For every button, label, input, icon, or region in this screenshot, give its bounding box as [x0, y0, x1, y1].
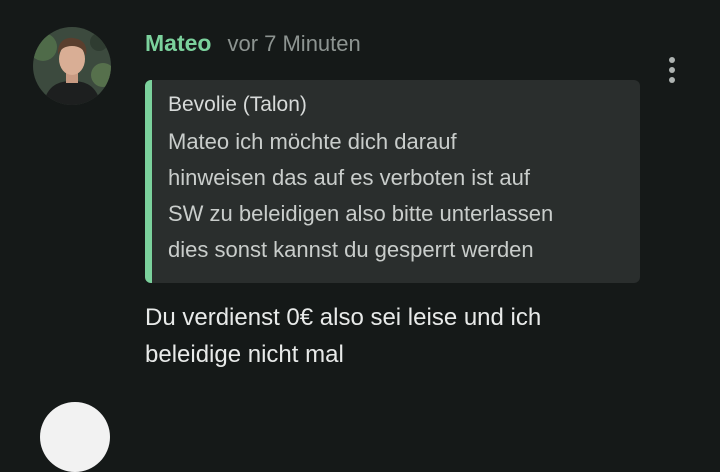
- more-vertical-icon: [669, 57, 675, 63]
- avatar-photo: [33, 27, 111, 105]
- quote-text-line: SW zu beleidigen also bitte unterlassen: [168, 201, 554, 226]
- quoted-message[interactable]: Bevolie (Talon) Mateo ich möchte dich da…: [145, 80, 640, 283]
- more-vertical-icon: [669, 77, 675, 83]
- avatar[interactable]: [33, 27, 111, 105]
- quote-accent-bar: [145, 80, 152, 283]
- username[interactable]: Mateo: [145, 30, 211, 57]
- quote-text-line: hinweisen das auf es verboten ist auf: [168, 165, 531, 190]
- comment: Mateo vor 7 Minuten Bevolie (Talon) Mate…: [0, 0, 720, 472]
- message-text-line: Du verdienst 0€ also sei leise und ich: [145, 304, 542, 331]
- message-text-line: beleidige nicht mal: [145, 341, 344, 368]
- more-options-button[interactable]: [660, 54, 684, 86]
- quote-author: Bevolie (Talon): [168, 93, 307, 116]
- quote-text-line: Mateo ich möchte dich darauf: [168, 129, 457, 154]
- comment-header: Mateo vor 7 Minuten: [145, 30, 361, 62]
- quote-text-line: dies sonst kannst du gesperrt werden: [168, 237, 534, 262]
- more-vertical-icon: [669, 67, 675, 73]
- timestamp: vor 7 Minuten: [227, 31, 361, 56]
